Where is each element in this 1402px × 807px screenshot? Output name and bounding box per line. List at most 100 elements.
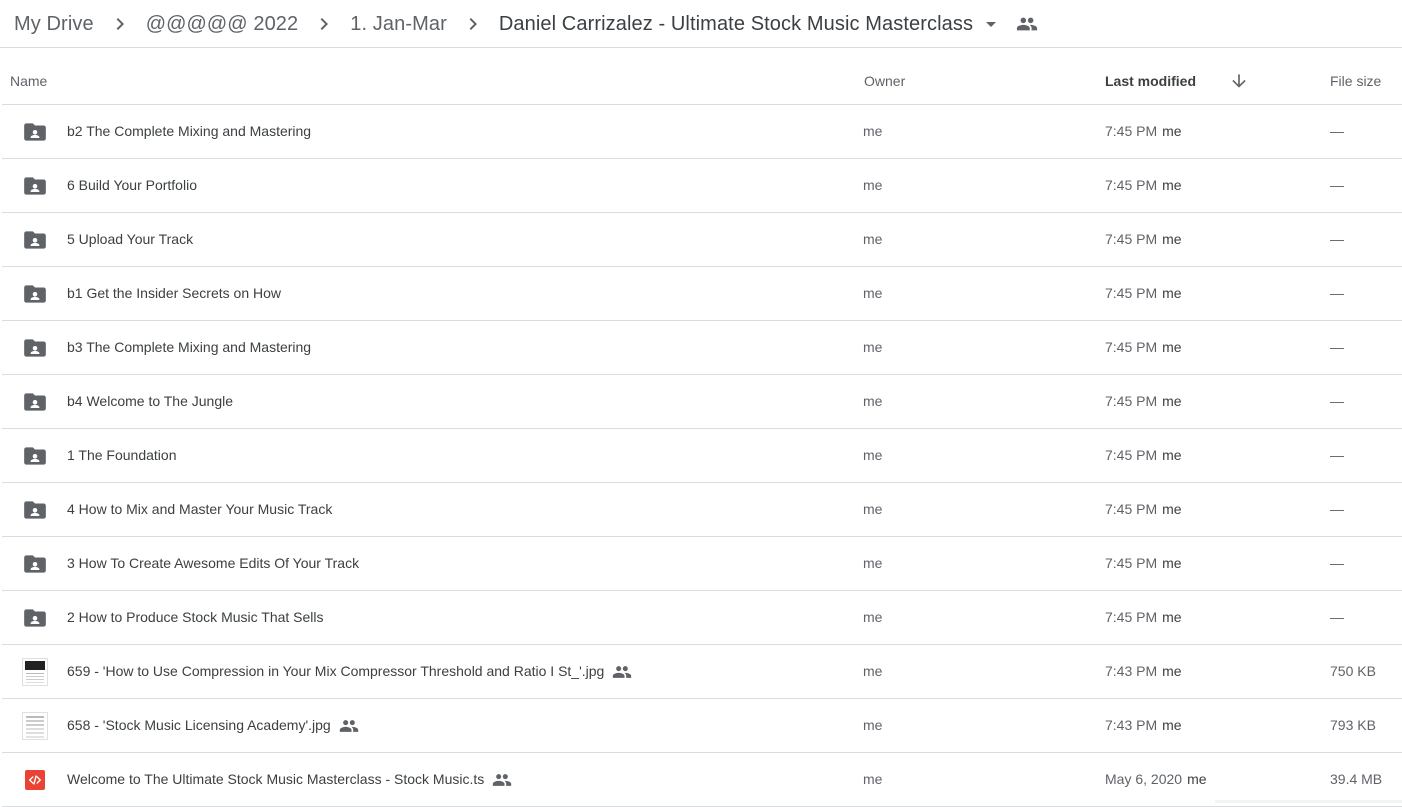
shared-folder-icon: [22, 537, 48, 590]
modified-by: me: [1162, 555, 1182, 571]
file-owner: me: [863, 339, 883, 355]
modified-by: me: [1162, 663, 1182, 679]
file-name-cell: 4 How to Mix and Master Your Music Track: [67, 483, 332, 536]
file-row[interactable]: Welcome to The Ultimate Stock Music Mast…: [2, 753, 1402, 807]
file-row[interactable]: 2 How to Produce Stock Music That Sells …: [2, 591, 1402, 645]
shared-folder-icon: [22, 267, 48, 320]
file-size: —: [1330, 231, 1344, 247]
file-owner: me: [863, 231, 883, 247]
people-icon: [339, 716, 359, 736]
file-size: —: [1330, 123, 1344, 139]
file-owner: me: [863, 177, 883, 193]
file-owner: me: [863, 663, 883, 679]
breadcrumb: My Drive @@@@@ 2022 1. Jan-Mar Daniel Ca…: [0, 0, 1402, 48]
file-row[interactable]: b1 Get the Insider Secrets on How me 7:4…: [2, 267, 1402, 321]
modified-time: 7:45 PM: [1105, 555, 1158, 571]
file-last-modified: 7:45 PM me: [1105, 429, 1182, 482]
modified-time: 7:45 PM: [1105, 123, 1158, 139]
file-row[interactable]: 658 - 'Stock Music Licensing Academy'.jp…: [2, 699, 1402, 753]
shared-folder-icon: [22, 483, 48, 536]
file-name-cell: b4 Welcome to The Jungle: [67, 375, 233, 428]
breadcrumb-year-folder[interactable]: @@@@@ 2022: [138, 6, 307, 42]
file-list-header: Name Owner Last modified File size: [2, 58, 1402, 105]
modified-time: 7:45 PM: [1105, 609, 1158, 625]
file-owner: me: [863, 717, 883, 733]
file-row[interactable]: 6 Build Your Portfolio me 7:45 PM me —: [2, 159, 1402, 213]
modified-by: me: [1162, 285, 1182, 301]
file-row[interactable]: 1 The Foundation me 7:45 PM me —: [2, 429, 1402, 483]
modified-by: me: [1162, 339, 1182, 355]
file-name: 1 The Foundation: [67, 447, 177, 463]
column-header-name[interactable]: Name: [10, 58, 47, 104]
file-size: —: [1330, 501, 1344, 517]
breadcrumb-my-drive[interactable]: My Drive: [6, 6, 102, 42]
file-row[interactable]: b2 The Complete Mixing and Mastering me …: [2, 105, 1402, 159]
file-owner: me: [863, 447, 883, 463]
file-name: 5 Upload Your Track: [67, 231, 194, 247]
modified-by: me: [1162, 717, 1182, 733]
file-name-cell: 6 Build Your Portfolio: [67, 159, 197, 212]
file-row[interactable]: b3 The Complete Mixing and Mastering me …: [2, 321, 1402, 375]
modified-by: me: [1162, 177, 1182, 193]
file-row[interactable]: b4 Welcome to The Jungle me 7:45 PM me —: [2, 375, 1402, 429]
file-size: 793 KB: [1330, 717, 1376, 733]
modified-by: me: [1162, 447, 1182, 463]
modified-time: 7:43 PM: [1105, 717, 1158, 733]
file-last-modified: 7:43 PM me: [1105, 645, 1182, 698]
file-size: —: [1330, 285, 1344, 301]
file-last-modified: 7:45 PM me: [1105, 105, 1182, 158]
file-name: b2 The Complete Mixing and Mastering: [67, 123, 312, 139]
arrow-downward-icon[interactable]: [1227, 69, 1251, 93]
file-owner: me: [863, 555, 883, 571]
file-name-cell: b1 Get the Insider Secrets on How: [67, 267, 281, 320]
modified-time: 7:45 PM: [1105, 177, 1158, 193]
file-size: —: [1330, 393, 1344, 409]
shared-folder-icon: [22, 429, 48, 482]
file-name-cell: 3 How To Create Awesome Edits Of Your Tr…: [67, 537, 359, 590]
chevron-right-icon: [461, 12, 485, 36]
breadcrumb-current-folder[interactable]: Daniel Carrizalez - Ultimate Stock Music…: [491, 6, 981, 42]
file-owner: me: [863, 123, 883, 139]
file-row[interactable]: 3 How To Create Awesome Edits Of Your Tr…: [2, 537, 1402, 591]
modified-by: me: [1162, 501, 1182, 517]
file-name-cell: 2 How to Produce Stock Music That Sells: [67, 591, 324, 644]
file-size: 750 KB: [1330, 663, 1376, 679]
people-icon: [1015, 12, 1039, 36]
modified-time: 7:45 PM: [1105, 339, 1158, 355]
file-owner: me: [863, 393, 883, 409]
file-owner: me: [863, 609, 883, 625]
file-name: 6 Build Your Portfolio: [67, 177, 197, 193]
file-last-modified: 7:43 PM me: [1105, 699, 1182, 752]
file-owner: me: [863, 501, 883, 517]
file-last-modified: May 6, 2020 me: [1105, 753, 1207, 806]
shared-folder-icon: [22, 159, 48, 212]
modified-by: me: [1162, 123, 1182, 139]
modified-time: 7:45 PM: [1105, 393, 1158, 409]
modified-time: 7:43 PM: [1105, 663, 1158, 679]
file-last-modified: 7:45 PM me: [1105, 267, 1182, 320]
breadcrumb-quarter-folder[interactable]: 1. Jan-Mar: [342, 6, 455, 42]
arrow-drop-down-icon[interactable]: [979, 12, 1003, 36]
file-last-modified: 7:45 PM me: [1105, 321, 1182, 374]
file-last-modified: 7:45 PM me: [1105, 213, 1182, 266]
file-row[interactable]: 659 - 'How to Use Compression in Your Mi…: [2, 645, 1402, 699]
file-row[interactable]: 4 How to Mix and Master Your Music Track…: [2, 483, 1402, 537]
file-name: 2 How to Produce Stock Music That Sells: [67, 609, 324, 625]
file-last-modified: 7:45 PM me: [1105, 537, 1182, 590]
shared-folder-icon: [22, 591, 48, 644]
file-name: 3 How To Create Awesome Edits Of Your Tr…: [67, 555, 360, 571]
shared-folder-icon: [22, 375, 48, 428]
modified-by: me: [1187, 771, 1207, 787]
file-row[interactable]: 5 Upload Your Track me 7:45 PM me —: [2, 213, 1402, 267]
shared-folder-icon: [22, 105, 48, 158]
image-thumbnail-icon: [22, 645, 48, 698]
file-size: 39.4 MB: [1330, 771, 1383, 787]
file-rows: b2 The Complete Mixing and Mastering me …: [2, 105, 1402, 807]
file-size: —: [1330, 609, 1344, 625]
column-header-last-modified[interactable]: Last modified: [1105, 58, 1196, 104]
file-name: Welcome to The Ultimate Stock Music Mast…: [67, 771, 485, 787]
file-owner: me: [863, 771, 883, 787]
column-header-file-size: File size: [1330, 73, 1382, 89]
modified-time: May 6, 2020: [1105, 771, 1183, 787]
column-header-owner[interactable]: Owner: [864, 58, 905, 104]
